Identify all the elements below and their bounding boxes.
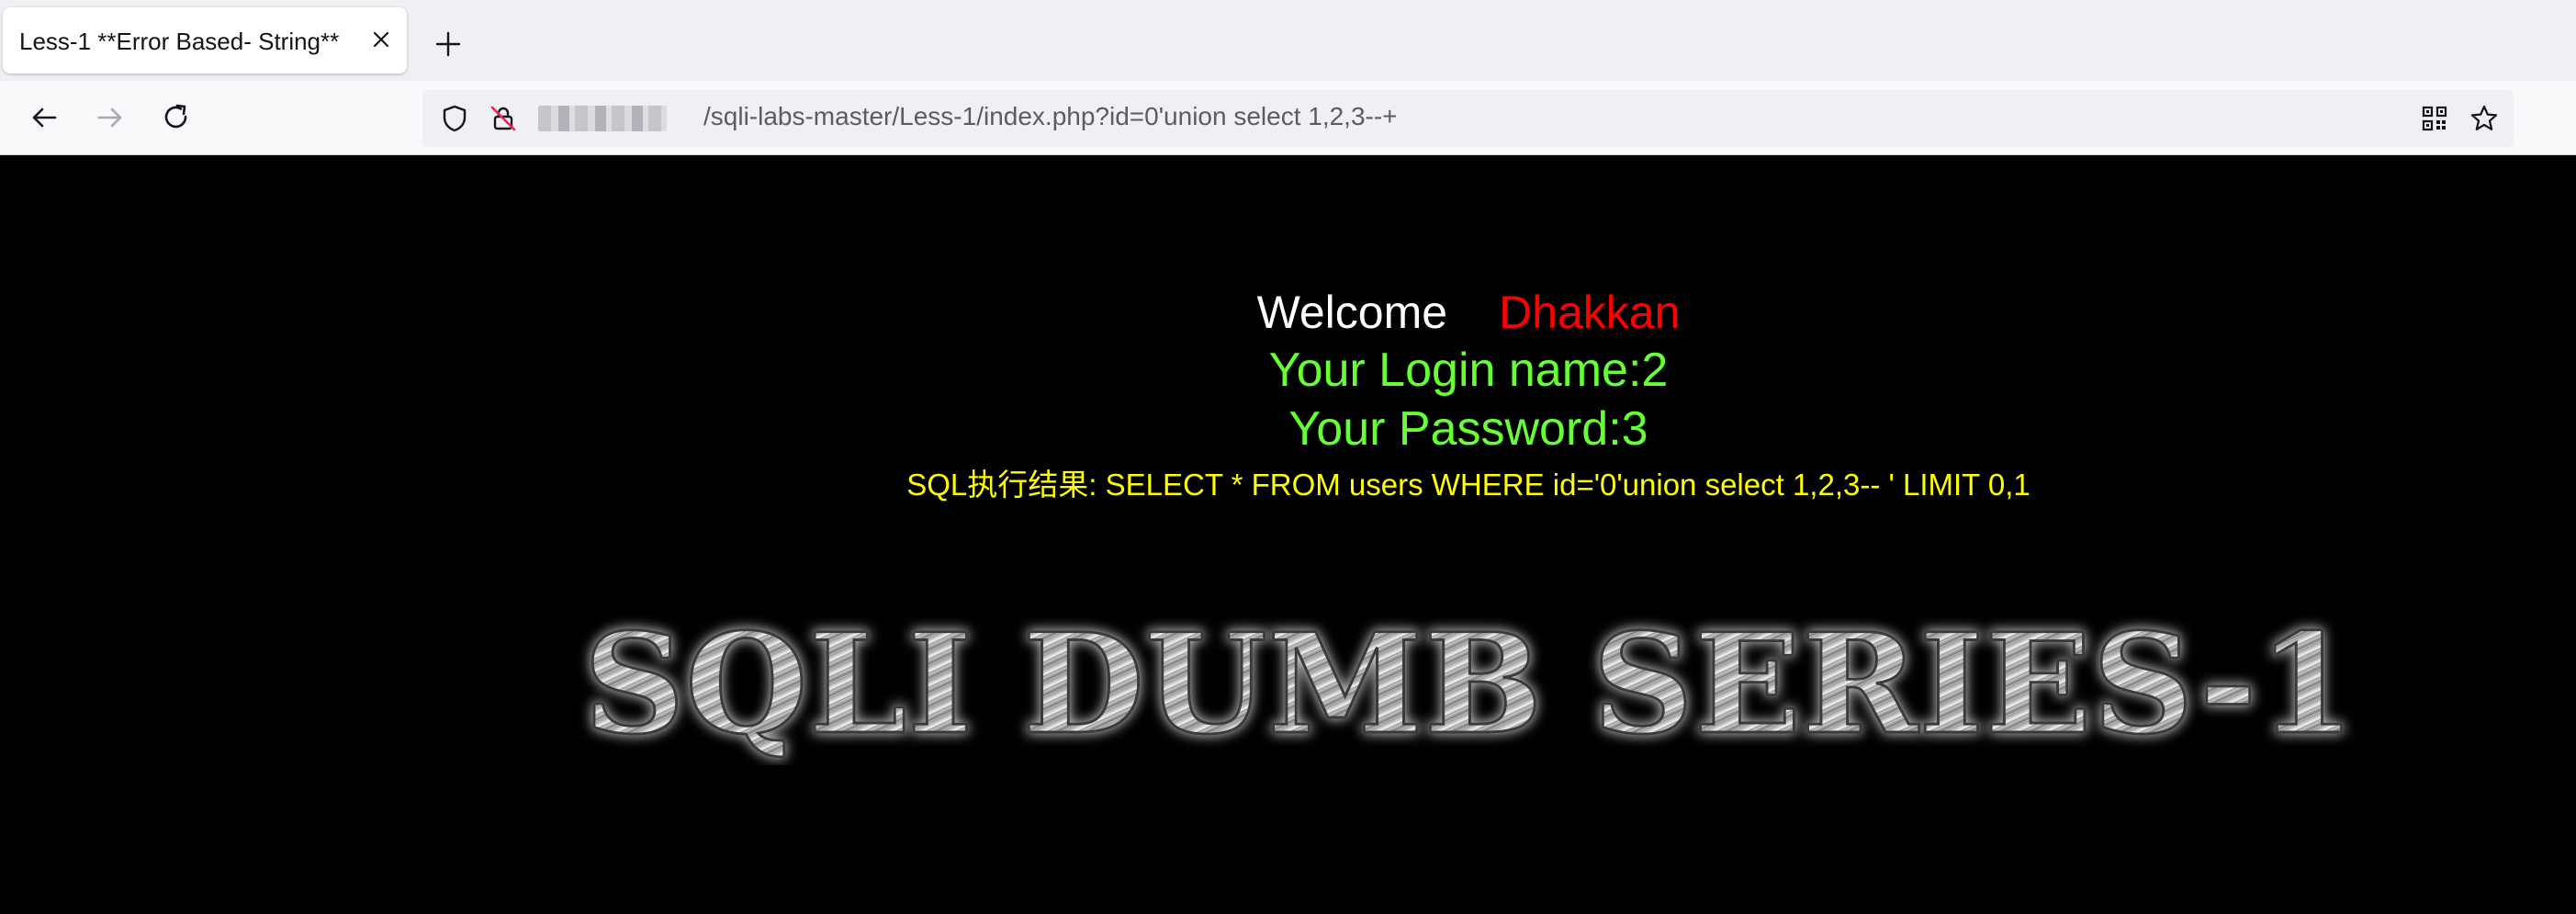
- series-banner-image: SQLI DUMB SERIES-1: [582, 611, 2357, 765]
- welcome-label: Welcome: [1256, 287, 1448, 338]
- plus-icon[interactable]: [428, 24, 468, 64]
- close-icon[interactable]: [366, 24, 397, 55]
- welcome-username: Dhakkan: [1499, 287, 1681, 338]
- url-text: /sqli-labs-master/Less-1/index.php?id=0'…: [703, 102, 1398, 130]
- qr-code-icon[interactable]: [2418, 102, 2451, 135]
- reload-icon[interactable]: [154, 96, 198, 140]
- browser-chrome: Less-1 **Error Based- String** /sqli-lab…: [0, 0, 2576, 155]
- insecure-lock-icon[interactable]: [487, 102, 520, 135]
- page-content: Welcome Dhakkan Your Login name:2 Your Pa…: [0, 155, 2576, 914]
- banner-text: SQLI DUMB SERIES-1: [583, 611, 2356, 765]
- arrow-left-icon[interactable]: [22, 96, 66, 140]
- browser-tab[interactable]: Less-1 **Error Based- String**: [3, 7, 407, 73]
- welcome-line: Welcome Dhakkan: [0, 286, 2576, 339]
- url-host-blurred: [538, 106, 667, 131]
- login-name-text: Your Login name:2: [1268, 344, 1669, 397]
- tab-strip: Less-1 **Error Based- String**: [0, 0, 2576, 81]
- sql-query-text: SQL执行结果: SELECT * FROM users WHERE id='0…: [906, 468, 2030, 502]
- star-icon[interactable]: [2468, 102, 2501, 135]
- address-bar[interactable]: /sqli-labs-master/Less-1/index.php?id=0'…: [422, 90, 2514, 147]
- shield-icon[interactable]: [438, 102, 471, 135]
- navigation-toolbar: /sqli-labs-master/Less-1/index.php?id=0'…: [0, 81, 2576, 154]
- password-text: Your Password:3: [1288, 402, 1648, 456]
- arrow-right-icon[interactable]: [88, 96, 132, 140]
- tab-title: Less-1 **Error Based- String**: [19, 28, 340, 55]
